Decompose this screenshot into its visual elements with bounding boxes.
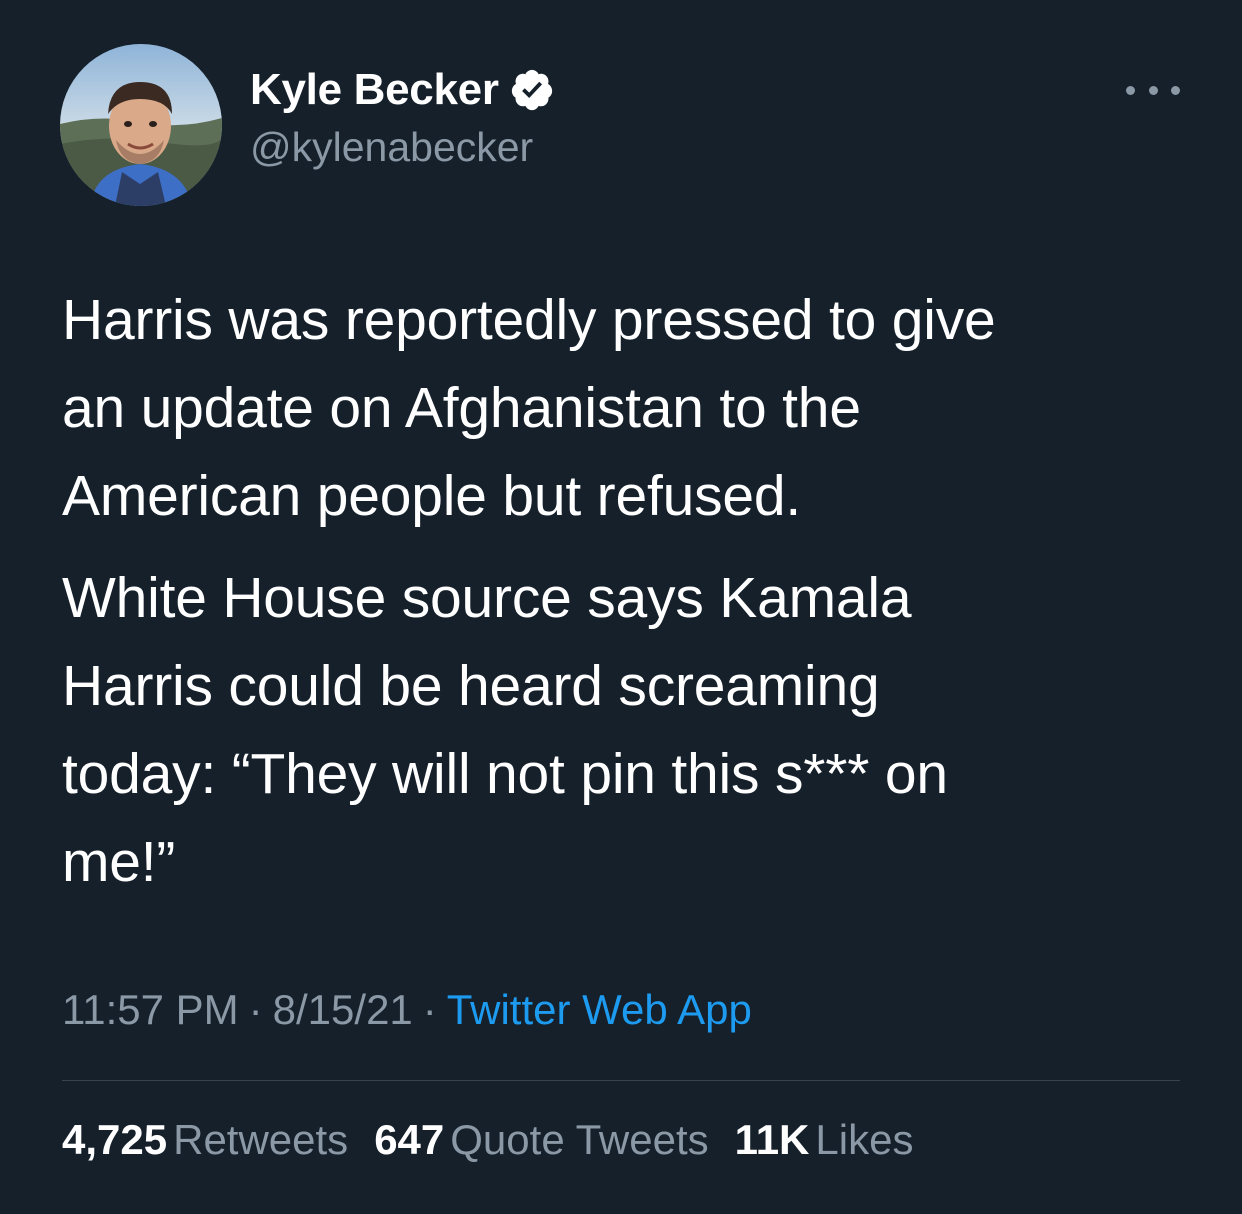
more-dot bbox=[1126, 85, 1135, 95]
divider bbox=[62, 1080, 1180, 1081]
tweet-detail: Kyle Becker @kylenabecker Harris was rep… bbox=[0, 0, 1242, 1214]
avatar-photo bbox=[60, 44, 222, 206]
quote-tweets-label: Quote Tweets bbox=[450, 1116, 709, 1163]
quote-tweets-count: 647 bbox=[374, 1116, 445, 1163]
meta-separator: · bbox=[422, 986, 437, 1033]
more-horizontal-icon[interactable] bbox=[1126, 78, 1180, 102]
display-name[interactable]: Kyle Becker bbox=[250, 65, 499, 115]
engagement-stats: 4,725 Retweets 647 Quote Tweets 11K Likes bbox=[62, 1116, 939, 1164]
likes-stat[interactable]: 11K Likes bbox=[735, 1116, 914, 1164]
avatar[interactable] bbox=[60, 44, 222, 206]
tweet-date[interactable]: 8/15/21 bbox=[273, 986, 413, 1033]
quote-tweets-stat[interactable]: 647 Quote Tweets bbox=[374, 1116, 708, 1164]
handle[interactable]: @kylenabecker bbox=[250, 124, 555, 171]
retweets-stat[interactable]: 4,725 Retweets bbox=[62, 1116, 348, 1164]
tweet-meta: 11:57 PM · 8/15/21 · Twitter Web App bbox=[62, 986, 752, 1034]
more-dot bbox=[1148, 85, 1158, 95]
name-row: Kyle Becker bbox=[250, 64, 555, 116]
verified-badge-icon bbox=[509, 67, 555, 113]
retweets-count: 4,725 bbox=[62, 1116, 168, 1163]
author-block: Kyle Becker @kylenabecker bbox=[250, 64, 555, 171]
likes-label: Likes bbox=[815, 1116, 914, 1163]
more-dot bbox=[1171, 85, 1180, 95]
meta-separator: · bbox=[248, 986, 263, 1033]
tweet-paragraph: White House source says Kamala Harris co… bbox=[62, 566, 948, 894]
tweet-paragraph: Harris was reportedly pressed to give an… bbox=[62, 288, 996, 528]
likes-count: 11K bbox=[734, 1116, 810, 1163]
tweet-time[interactable]: 11:57 PM bbox=[62, 986, 239, 1033]
tweet-text: Harris was reportedly pressed to give an… bbox=[62, 276, 1182, 906]
retweets-label: Retweets bbox=[173, 1116, 349, 1163]
tweet-source-link[interactable]: Twitter Web App bbox=[447, 986, 752, 1033]
